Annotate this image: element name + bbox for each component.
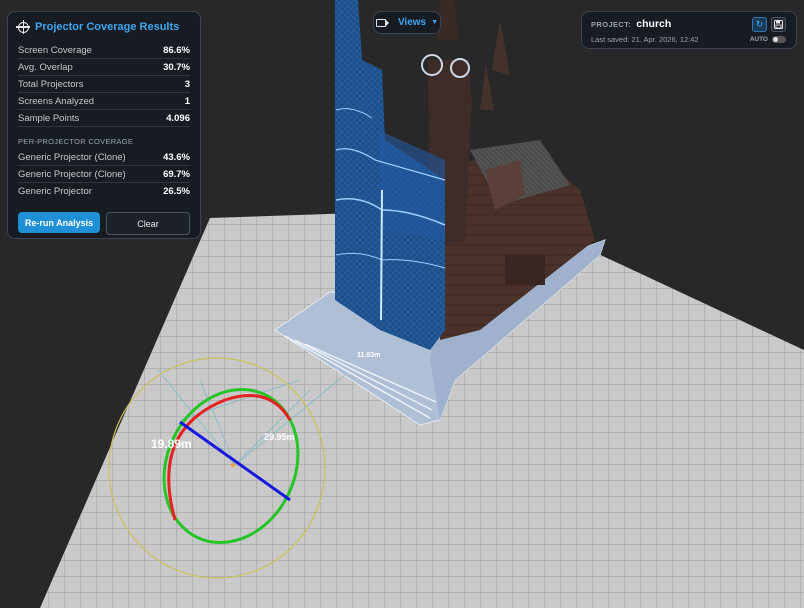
- chevron-down-icon: ▼: [431, 19, 439, 26]
- stat-row: Screens Analyzed 1: [18, 93, 190, 110]
- auto-save-toggle[interactable]: [772, 36, 786, 43]
- project-label: PROJECT:: [591, 19, 632, 29]
- video-camera-icon: [375, 18, 389, 27]
- projector-value: 43.6%: [163, 151, 190, 163]
- projector-value: 69.7%: [163, 168, 190, 180]
- measure-label-3: 11.93m: [357, 352, 380, 359]
- stat-row: Avg. Overlap 30.7%: [18, 59, 190, 76]
- project-name: church: [636, 18, 672, 30]
- stat-value: 30.7%: [163, 61, 190, 73]
- stat-value: 86.6%: [163, 44, 190, 56]
- views-label: Views: [397, 17, 427, 28]
- projector-value: 26.5%: [163, 185, 190, 197]
- projector-label: Generic Projector (Clone): [18, 151, 126, 163]
- views-dropdown[interactable]: Views ▼: [373, 11, 441, 34]
- stat-value: 1: [184, 95, 190, 107]
- projector-label: Generic Projector: [18, 185, 92, 197]
- project-panel: PROJECT: church Last saved: 21. Apr. 202…: [581, 11, 797, 49]
- stat-label: Avg. Overlap: [18, 61, 73, 73]
- stat-row: Total Projectors 3: [18, 76, 190, 93]
- stat-label: Screens Analyzed: [18, 95, 95, 107]
- measure-label-2: 29.95m: [264, 432, 295, 442]
- projector-row: Generic Projector (Clone) 69.7%: [18, 166, 190, 183]
- stat-label: Total Projectors: [18, 78, 84, 90]
- stat-label: Screen Coverage: [18, 44, 92, 56]
- refresh-icon: ↻: [755, 19, 764, 29]
- projector-row: Generic Projector 26.5%: [18, 183, 190, 199]
- per-projector-heading: PER-PROJECTOR COVERAGE: [18, 137, 134, 146]
- stat-row: Screen Coverage 86.6%: [18, 42, 190, 59]
- stat-label: Sample Points: [18, 112, 80, 124]
- clear-button[interactable]: Clear: [106, 212, 190, 235]
- projector-row: Generic Projector (Clone) 43.6%: [18, 149, 190, 166]
- coverage-results-panel: Projector Coverage Results Screen Covera…: [7, 11, 201, 239]
- crosshair-icon: [16, 19, 30, 34]
- projector-label: Generic Projector (Clone): [18, 168, 126, 180]
- save-icon: [774, 20, 783, 29]
- stat-value: 3: [184, 78, 190, 90]
- stat-value: 4.096: [166, 112, 190, 124]
- measure-label-1: 19.89m: [151, 437, 192, 451]
- refresh-button[interactable]: ↻: [752, 17, 767, 32]
- auto-label: AUTO: [749, 36, 768, 43]
- save-button[interactable]: [771, 17, 786, 32]
- panel-title: Projector Coverage Results: [35, 21, 180, 33]
- rerun-analysis-button[interactable]: Re-run Analysis: [18, 212, 100, 233]
- stat-row: Sample Points 4.096: [18, 110, 190, 127]
